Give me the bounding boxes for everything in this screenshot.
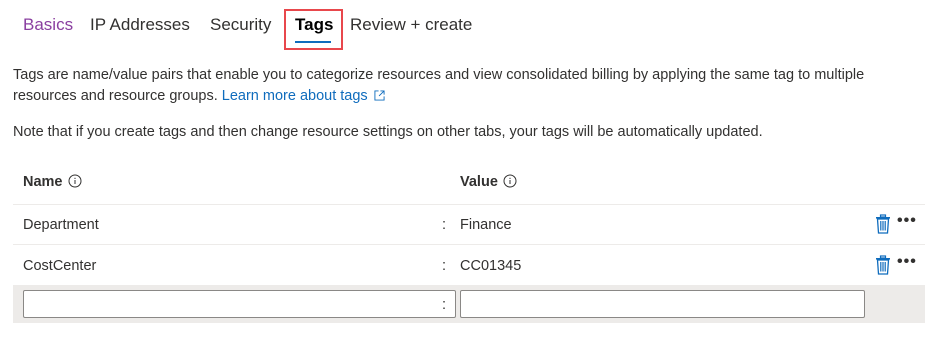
tags-note: Note that if you create tags and then ch… (13, 124, 763, 140)
trash-icon[interactable] (875, 214, 891, 234)
tab-active-underline (295, 41, 331, 43)
tags-description: Tags are name/value pairs that enable yo… (13, 65, 923, 107)
info-icon[interactable] (503, 174, 517, 188)
tags-description-text: Tags are name/value pairs that enable yo… (13, 67, 865, 104)
name-value-separator: : (442, 217, 447, 233)
info-icon[interactable] (68, 174, 82, 188)
value-column-header: Value (460, 174, 517, 190)
tab-tags-highlight (284, 9, 343, 50)
new-tag-name-input[interactable] (23, 290, 456, 318)
name-value-separator: : (442, 297, 447, 313)
tag-value-cell: CC01345 (460, 258, 522, 274)
new-tag-value-input[interactable] (460, 290, 865, 318)
new-tag-row: : (13, 285, 925, 323)
table-divider (13, 244, 925, 245)
learn-more-link[interactable]: Learn more about tags (222, 88, 385, 104)
name-value-separator: : (442, 258, 447, 274)
name-column-header: Name (23, 174, 82, 190)
table-divider (13, 204, 925, 205)
trash-icon[interactable] (875, 255, 891, 275)
tag-name-cell: Department (23, 217, 99, 233)
tag-name-cell: CostCenter (23, 258, 97, 274)
tab-review-create[interactable]: Review + create (350, 15, 472, 35)
tab-security[interactable]: Security (210, 15, 271, 35)
tab-ip-addresses[interactable]: IP Addresses (90, 15, 190, 35)
tag-value-cell: Finance (460, 217, 512, 233)
more-options-icon[interactable]: ••• (897, 212, 917, 230)
more-options-icon[interactable]: ••• (897, 253, 917, 271)
tab-basics[interactable]: Basics (23, 15, 73, 35)
external-link-icon (374, 90, 385, 101)
